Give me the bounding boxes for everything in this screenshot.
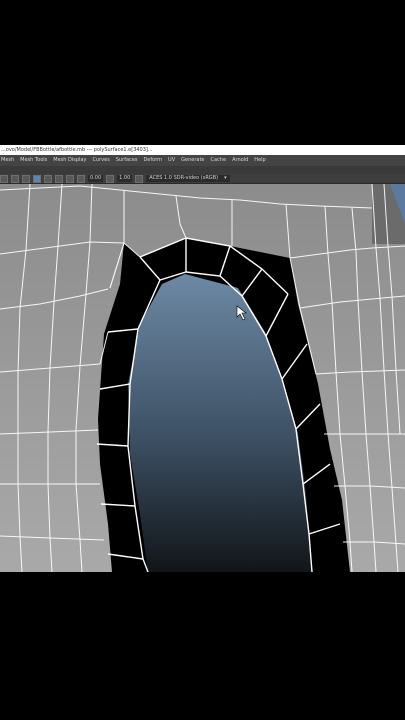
window-title: ...ovo/Model/FBBottle/afbottle.mb --- po… bbox=[1, 147, 153, 153]
menu-mesh-tools[interactable]: Mesh Tools bbox=[20, 155, 47, 166]
isolate-icon[interactable] bbox=[55, 174, 63, 183]
camera-icon[interactable] bbox=[0, 174, 8, 183]
maya-window: ...ovo/Model/FBBottle/afbottle.mb --- po… bbox=[0, 145, 405, 572]
chevron-down-icon: ▾ bbox=[224, 175, 227, 181]
menu-mesh[interactable]: Mesh bbox=[1, 155, 14, 166]
lighting-icon[interactable] bbox=[44, 174, 52, 183]
wireframe-icon[interactable] bbox=[22, 174, 30, 183]
menu-deform[interactable]: Deform bbox=[143, 155, 162, 166]
gamma-field[interactable]: 1.00 bbox=[117, 175, 133, 182]
3d-viewport[interactable] bbox=[0, 184, 405, 572]
color-space-label: ACES 1.0 SDR-video (sRGB) bbox=[149, 175, 219, 181]
gamma-icon bbox=[106, 174, 115, 183]
grid-icon[interactable] bbox=[11, 174, 19, 183]
title-bar: ...ovo/Model/FBBottle/afbottle.mb --- po… bbox=[0, 145, 405, 155]
menu-surfaces[interactable]: Surfaces bbox=[116, 155, 138, 166]
smooth-shade-icon[interactable] bbox=[33, 174, 41, 183]
exposure-field[interactable]: 0.00 bbox=[88, 175, 104, 182]
mesh-view bbox=[0, 184, 405, 572]
menu-uv[interactable]: UV bbox=[168, 155, 175, 166]
menu-bar: Mesh Mesh Tools Mesh Display Curves Surf… bbox=[0, 155, 405, 166]
exposure-icon bbox=[77, 174, 85, 183]
color-space-dropdown[interactable]: ACES 1.0 SDR-video (sRGB) ▾ bbox=[146, 175, 230, 182]
xray-icon[interactable] bbox=[66, 174, 74, 183]
menu-arnold[interactable]: Arnold bbox=[232, 155, 248, 166]
menu-mesh-display[interactable]: Mesh Display bbox=[53, 155, 86, 166]
menu-help[interactable]: Help bbox=[254, 155, 265, 166]
menu-cache[interactable]: Cache bbox=[211, 155, 227, 166]
menu-generate[interactable]: Generate bbox=[181, 155, 204, 166]
viewport-toolbar: 0.00 1.00 ACES 1.0 SDR-video (sRGB) ▾ bbox=[0, 174, 405, 184]
menu-curves[interactable]: Curves bbox=[92, 155, 109, 166]
shelf-strip bbox=[0, 166, 405, 174]
view-transform-icon bbox=[135, 174, 144, 183]
